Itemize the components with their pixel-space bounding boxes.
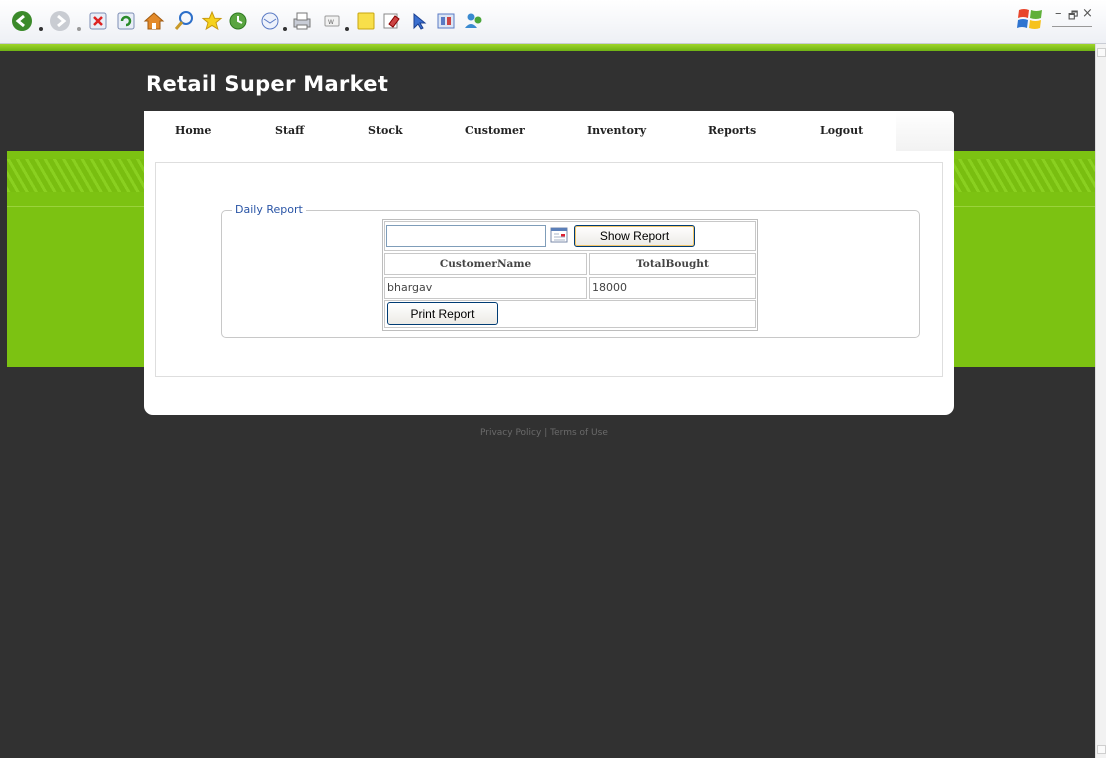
chevron-down-icon[interactable] xyxy=(76,17,82,31)
divider xyxy=(1052,26,1092,27)
date-input[interactable] xyxy=(386,225,546,247)
edit-icon[interactable]: W xyxy=(320,9,344,33)
research-icon[interactable] xyxy=(408,9,432,33)
home-icon[interactable] xyxy=(142,9,166,33)
svg-text:W: W xyxy=(328,19,334,26)
windows-logo-icon xyxy=(1016,6,1046,32)
chevron-down-icon[interactable] xyxy=(344,17,350,31)
chevron-down-icon[interactable] xyxy=(282,17,288,31)
notes-icon[interactable] xyxy=(354,9,378,33)
main-nav: Home Staff Stock Customer Inventory Repo… xyxy=(144,111,896,151)
refresh-icon[interactable] xyxy=(114,9,138,33)
show-report-button[interactable]: Show Report xyxy=(574,225,695,247)
footer-links: Privacy Policy | Terms of Use xyxy=(480,428,608,438)
fieldset-legend: Daily Report xyxy=(232,203,306,216)
nav-item-home[interactable]: Home xyxy=(175,124,211,137)
column-header-customername: CustomerName xyxy=(439,258,532,270)
restore-icon[interactable]: 🗗 xyxy=(1068,7,1078,26)
scroll-up-button[interactable] xyxy=(1097,48,1106,57)
calendar-icon[interactable] xyxy=(550,227,568,243)
site-title: Retail Super Market xyxy=(146,72,389,96)
browser-toolbar: W – 🗗 × xyxy=(0,0,1106,44)
back-icon[interactable] xyxy=(10,9,34,33)
cell-customer-name: bhargav xyxy=(387,281,433,294)
header-accent-bar xyxy=(0,44,1106,51)
vertical-scrollbar[interactable] xyxy=(1095,44,1106,758)
nav-item-inventory[interactable]: Inventory xyxy=(587,124,646,137)
search-icon[interactable] xyxy=(172,9,196,33)
scroll-down-button[interactable] xyxy=(1097,745,1106,754)
footer-separator: | xyxy=(544,428,548,438)
terms-of-use-link[interactable]: Terms of Use xyxy=(550,428,608,438)
nav-item-logout[interactable]: Logout xyxy=(820,124,863,137)
messenger-icon[interactable] xyxy=(380,9,404,33)
print-icon[interactable] xyxy=(290,9,314,33)
bookmark-icon[interactable] xyxy=(434,9,458,33)
nav-item-customer[interactable]: Customer xyxy=(465,124,525,137)
nav-item-reports[interactable]: Reports xyxy=(708,124,756,137)
mail-icon[interactable] xyxy=(258,9,282,33)
users-icon[interactable] xyxy=(462,9,486,33)
chevron-down-icon[interactable] xyxy=(38,17,44,31)
history-icon[interactable] xyxy=(226,9,250,33)
favorites-icon[interactable] xyxy=(200,9,224,33)
nav-item-staff[interactable]: Staff xyxy=(275,124,304,137)
nav-item-stock[interactable]: Stock xyxy=(368,124,403,137)
print-report-button[interactable]: Print Report xyxy=(387,302,498,325)
column-header-totalbought: TotalBought xyxy=(636,258,709,270)
stop-icon[interactable] xyxy=(86,9,110,33)
forward-icon[interactable] xyxy=(48,9,72,33)
nav-end-cap xyxy=(896,111,954,151)
cell-total-bought: 18000 xyxy=(592,281,627,294)
main-panel: Home Staff Stock Customer Inventory Repo… xyxy=(144,111,954,415)
close-icon[interactable]: × xyxy=(1082,6,1093,21)
privacy-policy-link[interactable]: Privacy Policy xyxy=(480,428,541,438)
minimize-icon[interactable]: – xyxy=(1055,6,1062,21)
